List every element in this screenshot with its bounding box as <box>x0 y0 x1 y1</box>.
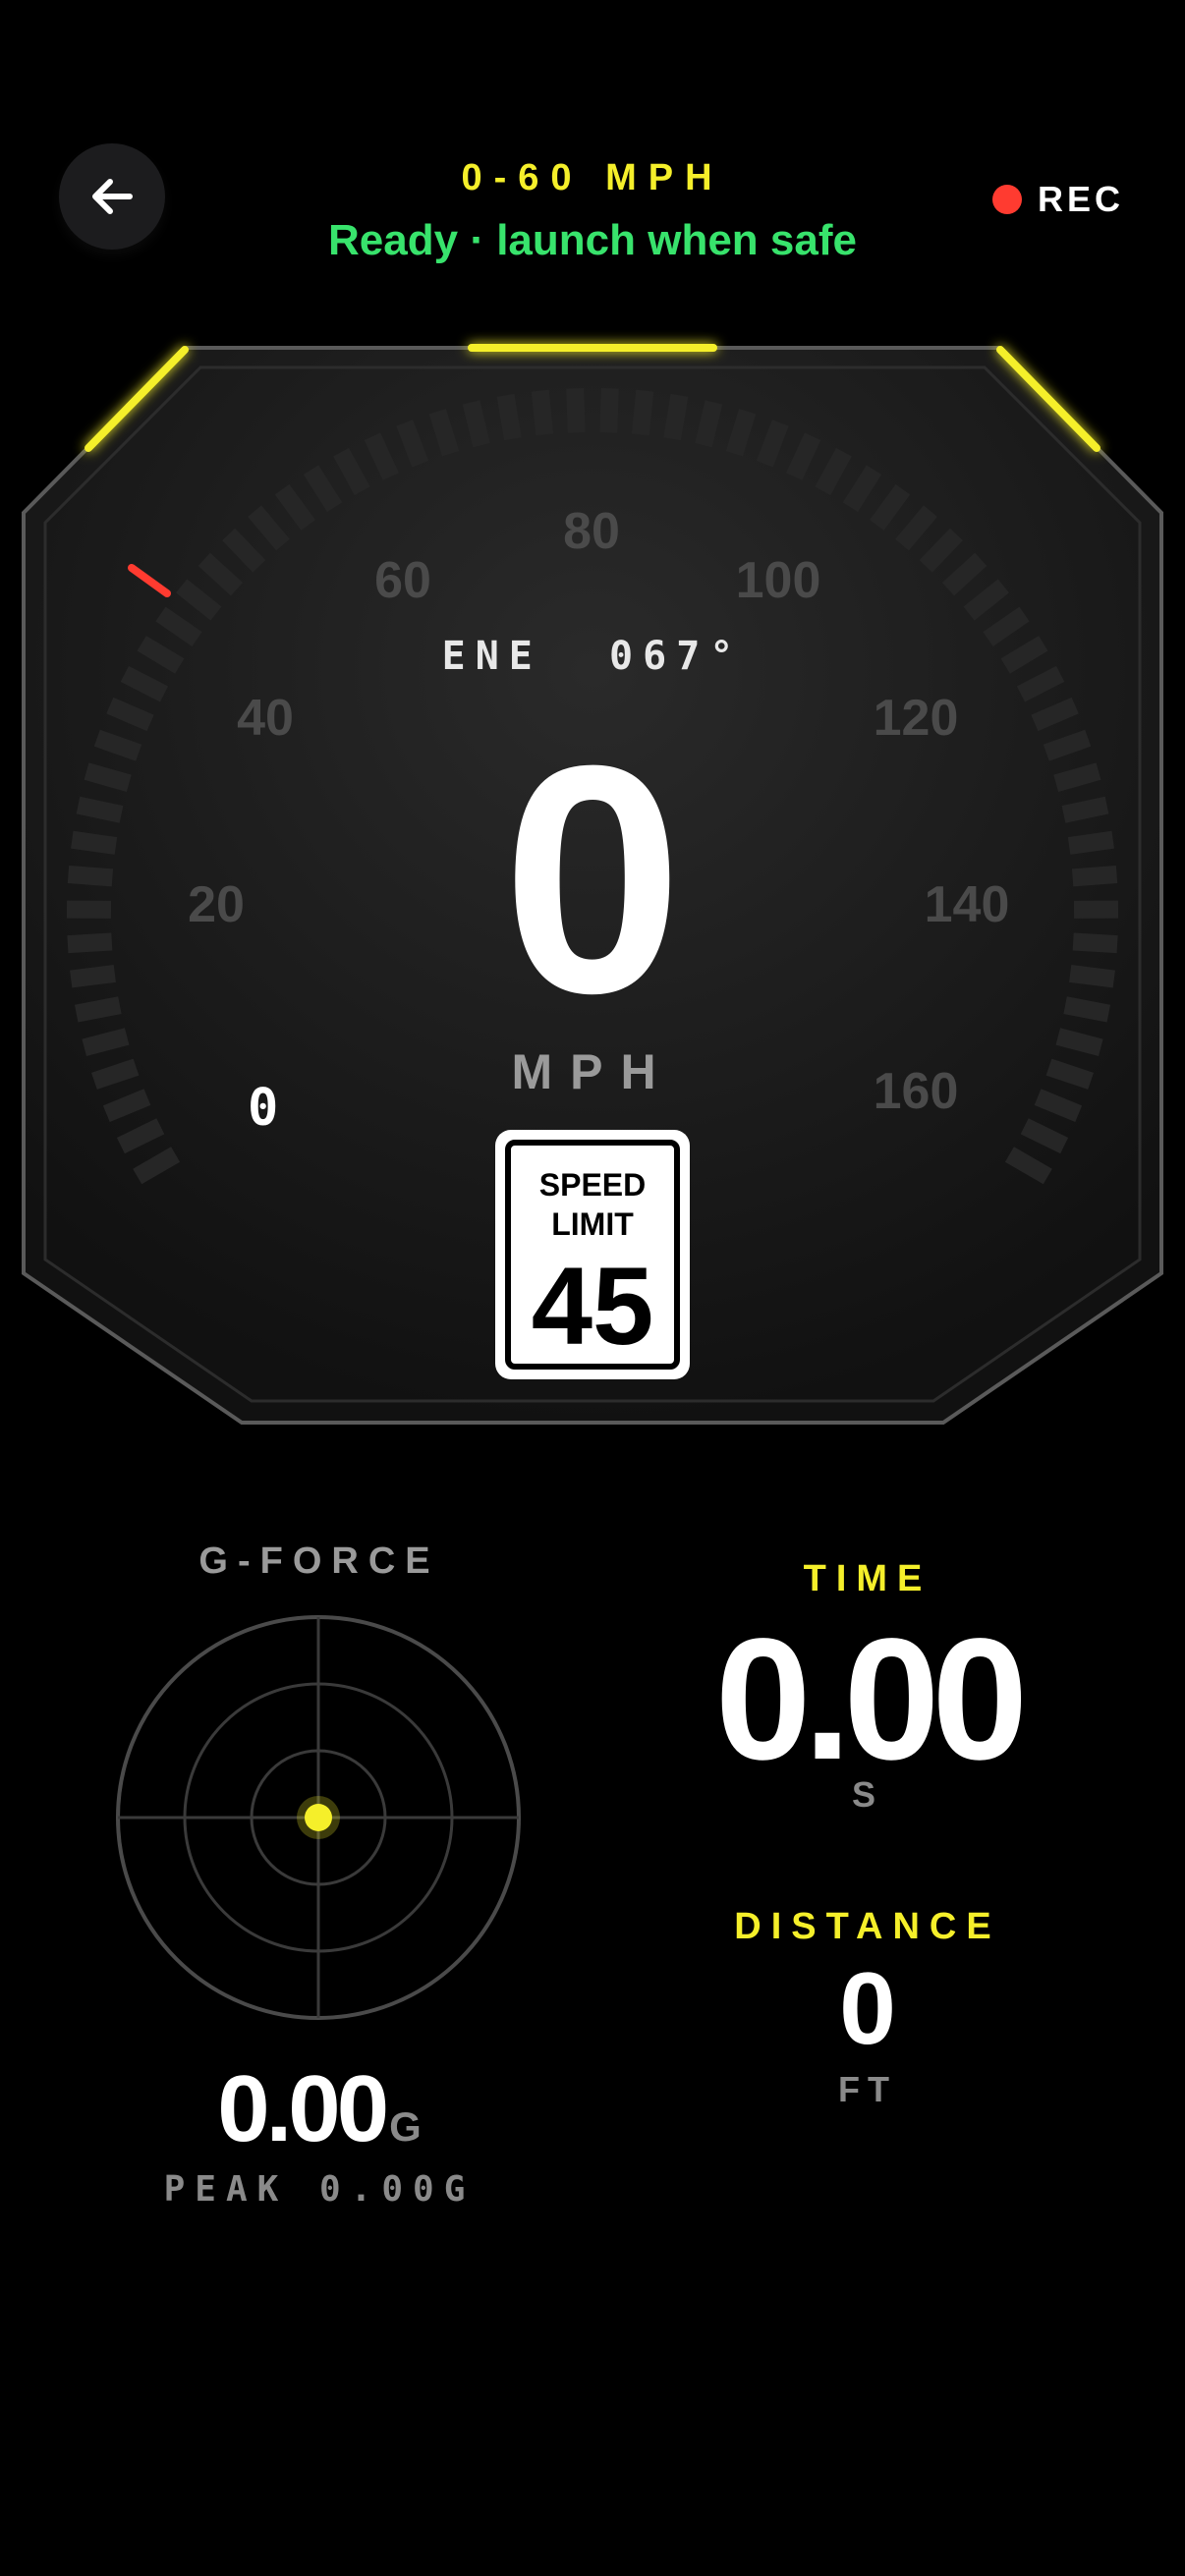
gauge-arc-segment <box>695 400 723 448</box>
gforce-label: G-FORCE <box>198 1540 440 1582</box>
time-label: TIME <box>803 1558 932 1599</box>
scale-label-60: 60 <box>374 552 431 609</box>
scale-label-0: 0 <box>248 1079 279 1138</box>
scale-label-100: 100 <box>736 552 821 609</box>
speed-limit-line1: SPEED <box>538 1167 647 1203</box>
gauge-arc-segment <box>531 389 554 436</box>
distance-value: 0 <box>839 1952 896 2066</box>
gauge-arc-segment <box>428 409 460 457</box>
distance-unit: FT <box>838 2069 897 2109</box>
gauge-arc-segment <box>725 409 757 457</box>
compass-heading: ENE 067° <box>441 634 744 679</box>
recording-label: REC <box>1038 179 1125 219</box>
gforce-meter <box>116 1615 521 2020</box>
gforce-value: 0.00G <box>0 2055 639 2163</box>
gauge-arc-segment <box>496 393 522 441</box>
gauge-arc-segment <box>631 389 654 436</box>
speed-unit: MPH <box>511 1044 674 1099</box>
speed-limit-value: 45 <box>531 1245 654 1368</box>
scale-label-80: 80 <box>563 503 620 560</box>
time-unit: S <box>851 1774 883 1815</box>
record-dot-icon <box>992 185 1022 214</box>
speed-limit-line2: LIMIT <box>551 1206 634 1242</box>
time-value: 0.00 <box>714 1603 1029 1796</box>
gforce-dot-core <box>305 1804 332 1831</box>
gforce-unit: G <box>389 2103 422 2150</box>
gauge-arc-segment <box>566 388 586 433</box>
gauge-arc-segment <box>663 393 689 441</box>
gauge-arc-segment <box>599 388 619 433</box>
gforce-peak: PEAK 0.00G <box>163 2169 476 2210</box>
speed-limit-sign: SPEED LIMIT 45 <box>495 1130 690 1379</box>
distance-label: DISTANCE <box>734 1906 1001 1947</box>
speed-value: 0 <box>502 698 683 1060</box>
recording-indicator[interactable]: REC <box>992 175 1124 224</box>
gauge-arc-segment <box>462 400 490 448</box>
gforce-number: 0.00 <box>217 2056 389 2161</box>
